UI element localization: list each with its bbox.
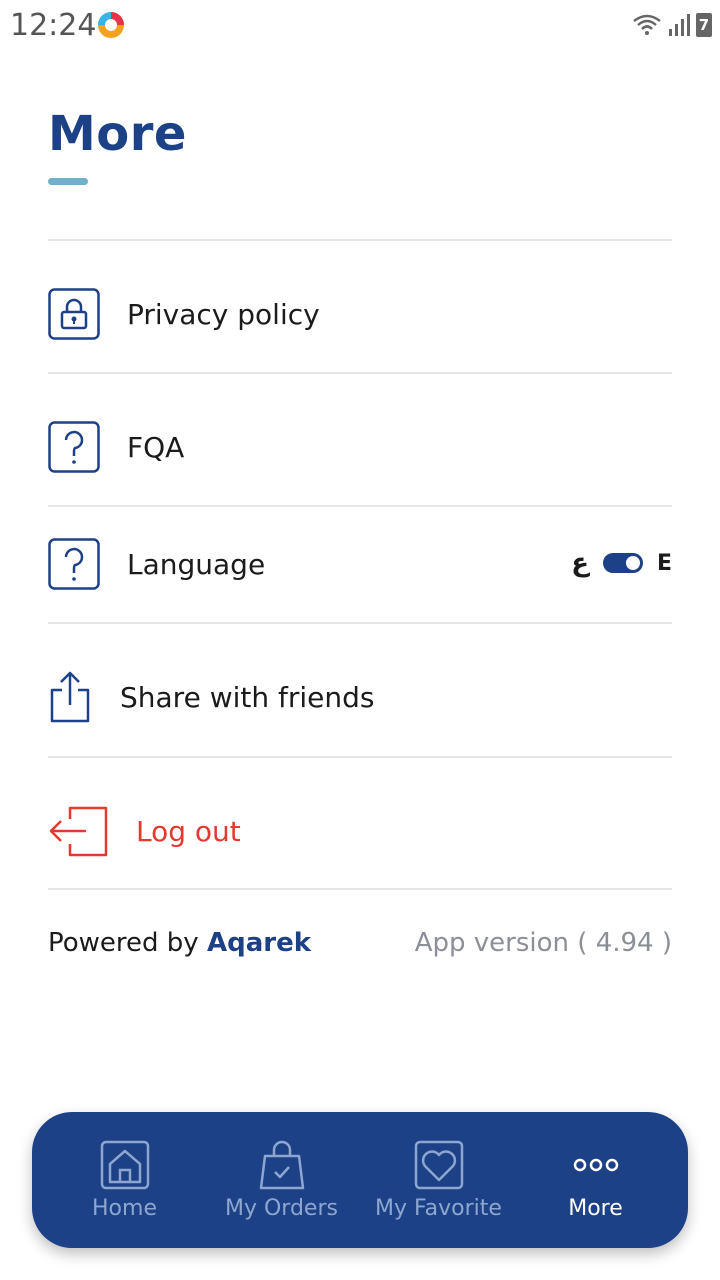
- question-icon: [48, 538, 100, 590]
- page-title: More: [48, 106, 187, 162]
- divider: [48, 622, 672, 624]
- menu-item-label: Language: [127, 547, 266, 581]
- menu-item-label: Share with friends: [120, 680, 375, 714]
- share-icon: [50, 671, 90, 723]
- status-time: 12:24: [10, 8, 97, 43]
- lock-icon: [48, 288, 100, 340]
- menu-item-privacy[interactable]: Privacy policy: [48, 288, 672, 340]
- nav-item-orders[interactable]: My Orders: [203, 1120, 360, 1240]
- divider: [48, 888, 672, 890]
- more-dots-icon: [573, 1158, 618, 1171]
- battery-icon: 7: [696, 13, 712, 37]
- language-option-english[interactable]: E: [657, 551, 672, 576]
- logout-icon: [49, 806, 108, 857]
- brand-link[interactable]: Aqarek: [207, 928, 311, 958]
- menu-item-faq[interactable]: FQA: [48, 421, 672, 473]
- heart-icon: [414, 1140, 463, 1189]
- divider: [48, 505, 672, 507]
- nav-label: My Orders: [225, 1195, 338, 1221]
- divider: [48, 372, 672, 374]
- language-toggle[interactable]: [602, 553, 643, 573]
- question-icon: [48, 421, 100, 473]
- app-version: App version ( 4.94 ): [414, 928, 672, 958]
- language-option-arabic[interactable]: ع: [571, 548, 589, 578]
- divider: [48, 239, 672, 241]
- status-bar: 12:24 7: [0, 0, 720, 50]
- divider: [48, 756, 672, 758]
- menu-item-share[interactable]: Share with friends: [48, 670, 672, 724]
- language-switch[interactable]: ع E: [571, 548, 672, 578]
- signal-icon: [669, 14, 690, 36]
- nav-label: My Favorite: [375, 1195, 502, 1221]
- shopping-bag-icon: [259, 1140, 304, 1189]
- menu-item-label: Privacy policy: [127, 297, 320, 331]
- nav-item-favorite[interactable]: My Favorite: [360, 1120, 517, 1240]
- title-underline: [48, 178, 88, 185]
- wifi-icon: [633, 14, 661, 35]
- status-icons: 7: [632, 10, 712, 40]
- home-icon: [100, 1140, 149, 1189]
- menu-item-logout[interactable]: Log out: [48, 805, 672, 857]
- nav-item-more[interactable]: More: [517, 1120, 674, 1240]
- powered-by-label: Powered by: [48, 928, 199, 958]
- menu-item-label: FQA: [127, 430, 185, 464]
- toggle-knob: [625, 556, 640, 570]
- app-notification-icon: [98, 12, 124, 38]
- bottom-navigation: Home My Orders My Favorite More: [32, 1112, 688, 1248]
- nav-label: More: [568, 1195, 623, 1221]
- menu-item-label: Log out: [136, 814, 241, 848]
- powered-by: Powered by Aqarek: [48, 928, 311, 958]
- nav-label: Home: [92, 1195, 157, 1221]
- nav-item-home[interactable]: Home: [46, 1120, 203, 1240]
